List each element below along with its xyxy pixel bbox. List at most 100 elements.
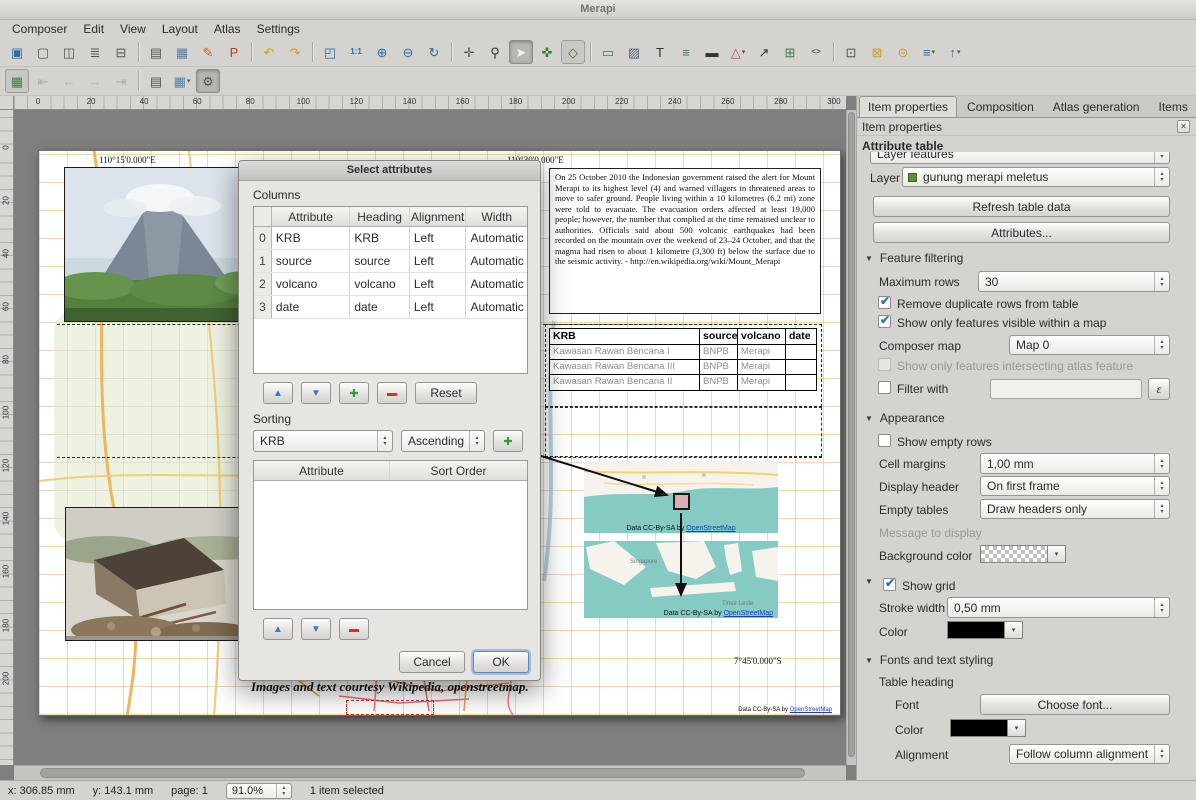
spinbox-stepper-icon[interactable]: ▴▾ (1154, 598, 1169, 617)
attributes-button[interactable]: Attributes... (873, 222, 1170, 243)
export-atlas-button[interactable]: ▦▾ (170, 69, 194, 93)
empty-tables-combo[interactable]: Draw headers only ▴▾ (980, 499, 1170, 519)
zoom-full-button[interactable]: ◰ (318, 40, 342, 64)
ok-button[interactable]: OK (473, 651, 529, 673)
add-legend-button[interactable]: ≡ (674, 40, 698, 64)
show-visible-checkbox[interactable] (878, 315, 891, 328)
spinbox-stepper-icon[interactable]: ▴▾ (1154, 272, 1169, 291)
add-attribute-table-button[interactable]: ⊞ (778, 40, 802, 64)
background-color-swatch[interactable] (980, 545, 1048, 563)
appearance-expander[interactable]: ▼ Appearance (865, 411, 945, 425)
composer-map-combo[interactable]: Map 0 ▴▾ (1009, 335, 1170, 355)
remove-sort-button[interactable]: ▬ (339, 618, 369, 640)
add-map-button[interactable]: ▭ (596, 40, 620, 64)
canvas-horizontal-scrollbar[interactable] (14, 765, 846, 780)
grid-color-swatch[interactable] (947, 621, 1005, 639)
volcano-photo-item[interactable] (64, 167, 257, 322)
damaged-house-photo-item[interactable] (65, 507, 258, 641)
sort-move-up-button[interactable]: ▲ (263, 618, 293, 640)
cancel-button[interactable]: Cancel (399, 651, 465, 673)
tab-item-properties[interactable]: Item properties (859, 96, 957, 117)
cell-margins-spinbox[interactable]: 1,00 mm ▴▾ (980, 453, 1170, 474)
zoom-out-button[interactable]: ⊖ (396, 40, 420, 64)
save-template-button[interactable]: ⊟ (109, 40, 133, 64)
raise-items-button[interactable]: ↑▾ (943, 40, 967, 64)
source-combo[interactable]: Layer features ▴▾ (870, 152, 1170, 164)
add-sort-button[interactable]: ✚ (493, 430, 523, 452)
refresh-table-data-button[interactable]: Refresh table data (873, 196, 1170, 217)
credit-label-item[interactable]: Images and text courtesy Wikipedia, open… (251, 679, 529, 695)
export-atlas-dropdown[interactable]: ▾ (187, 77, 191, 85)
sort-attribute-combo[interactable]: KRB ▴▾ (253, 430, 393, 452)
heading-column-header[interactable]: Heading (350, 207, 410, 226)
sort-order-header[interactable]: Sort Order (390, 461, 527, 480)
align-items-dropdown[interactable]: ▾ (932, 48, 936, 56)
krb-attribute-table-item[interactable]: KRB source volcano date Kawasan Rawan Be… (549, 328, 817, 391)
canvas-vertical-scrollbar[interactable] (846, 110, 856, 765)
group-items-button[interactable]: ⊡ (839, 40, 863, 64)
sort-move-down-button[interactable]: ▼ (301, 618, 331, 640)
export-image-button[interactable]: ▦ (170, 40, 194, 64)
add-html-button[interactable]: <> (804, 40, 828, 64)
show-grid-expander[interactable]: ▼ (865, 577, 880, 586)
menu-composer[interactable]: Composer (4, 21, 75, 37)
edit-nodes-button[interactable]: ◇ (561, 40, 585, 64)
expression-builder-button[interactable]: ε (1148, 378, 1170, 400)
vertical-scroll-thumb[interactable] (848, 112, 855, 757)
composition-manager-button[interactable]: ≣ (83, 40, 107, 64)
remove-column-button[interactable]: ▬ (377, 382, 407, 404)
show-empty-rows-checkbox[interactable] (878, 434, 891, 447)
column-move-up-button[interactable]: ▲ (263, 382, 293, 404)
add-shape-button[interactable]: △▾ (726, 40, 750, 64)
add-label-button[interactable]: T (648, 40, 672, 64)
columns-table-row[interactable]: 0 KRB KRB Left Automatic (254, 227, 527, 250)
duplicate-composition-button[interactable]: ◫ (57, 40, 81, 64)
heading-color-swatch[interactable] (950, 719, 1008, 737)
alignment-column-header[interactable]: Alignment (410, 207, 467, 226)
export-svg-button[interactable]: ✎ (196, 40, 220, 64)
display-header-combo[interactable]: On first frame ▴▾ (980, 476, 1170, 496)
add-column-button[interactable]: ✚ (339, 382, 369, 404)
pan-tool-button[interactable]: ✛ (457, 40, 481, 64)
menu-settings[interactable]: Settings (249, 21, 308, 37)
background-color-dropdown[interactable]: ▾ (1048, 545, 1066, 563)
save-project-button[interactable]: ▣ (5, 40, 29, 64)
alignment-combo[interactable]: Follow column alignment ▴▾ (1009, 744, 1170, 764)
heading-color-dropdown[interactable]: ▾ (1008, 719, 1026, 737)
atlas-settings-button[interactable]: ⚙ (196, 69, 220, 93)
grid-color-dropdown[interactable]: ▾ (1005, 621, 1023, 639)
stroke-width-spinbox[interactable]: 0,50 mm ▴▾ (947, 597, 1170, 618)
layer-combo[interactable]: gunung merapi meletus ▴▾ (902, 167, 1170, 187)
menu-layout[interactable]: Layout (154, 21, 206, 37)
zoom-tool-button[interactable]: ⚲ (483, 40, 507, 64)
tab-composition[interactable]: Composition (958, 96, 1043, 117)
width-column-header[interactable]: Width (466, 207, 527, 226)
columns-table-row[interactable]: 2 volcano volcano Left Automatic (254, 273, 527, 296)
add-shape-dropdown[interactable]: ▾ (742, 48, 746, 56)
new-composition-button[interactable]: ▢ (31, 40, 55, 64)
openstreetmap-link[interactable]: OpenStreetMap (724, 610, 773, 617)
horizontal-scroll-thumb[interactable] (40, 768, 805, 778)
add-arrow-button[interactable]: ↗ (752, 40, 776, 64)
filter-with-checkbox[interactable] (878, 381, 891, 394)
add-image-button[interactable]: ▨ (622, 40, 646, 64)
align-items-button[interactable]: ≡▾ (917, 40, 941, 64)
raise-items-dropdown[interactable]: ▾ (957, 48, 961, 56)
unlock-items-button[interactable]: ⊝ (891, 40, 915, 64)
maximum-rows-spinbox[interactable]: 30 ▴▾ (978, 271, 1170, 292)
overview-map-indonesia[interactable]: Singapore Timor Leste Data CC-By-SA by O… (584, 541, 778, 618)
map-frame-indicator[interactable] (673, 493, 690, 510)
column-move-down-button[interactable]: ▼ (301, 382, 331, 404)
reset-button[interactable]: Reset (415, 382, 477, 404)
zoom-in-button[interactable]: ⊕ (370, 40, 394, 64)
add-scalebar-button[interactable]: ▬ (700, 40, 724, 64)
menu-atlas[interactable]: Atlas (206, 21, 249, 37)
wikipedia-text-frame[interactable]: On 25 October 2010 the Indonesian govern… (549, 168, 821, 314)
redo-button[interactable]: ↷ (283, 40, 307, 64)
zoom-combo[interactable]: 91.0% ▴▾ (226, 783, 292, 799)
select-move-item-button[interactable]: ➤ (509, 40, 533, 64)
print-atlas-button[interactable]: ▤ (144, 69, 168, 93)
openstreetmap-link[interactable]: OpenStreetMap (790, 707, 832, 713)
spinbox-stepper-icon[interactable]: ▴▾ (1154, 454, 1169, 473)
show-grid-checkbox[interactable] (883, 578, 896, 591)
